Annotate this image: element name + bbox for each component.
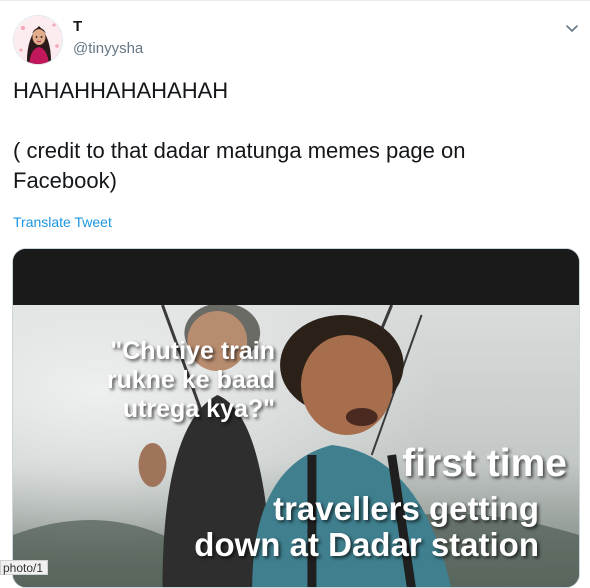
meme-caption-line1: first time: [402, 442, 567, 485]
avatar[interactable]: [13, 15, 63, 65]
translate-tweet-link[interactable]: Translate Tweet: [13, 214, 112, 230]
media-letterbox-bar: [13, 249, 579, 305]
tweet-text: HAHAHHAHAHAHAH ( credit to that dadar ma…: [13, 78, 466, 193]
status-url-hint: photo/1: [0, 560, 49, 575]
tweet-menu-button[interactable]: [564, 20, 580, 36]
top-divider: [0, 0, 590, 1]
user-handle[interactable]: @tinyysha: [73, 40, 143, 57]
display-name[interactable]: T: [73, 18, 82, 35]
meme-quote-caption: "Chutiye train rukne ke baad utrega kya?…: [106, 337, 275, 423]
avatar-illustration-icon: [14, 16, 62, 64]
meme-caption-line2: travellers getting down at Dadar station: [194, 490, 539, 563]
chevron-down-icon: [566, 25, 578, 32]
tweet-media-photo[interactable]: "Chutiye train rukne ke baad utrega kya?…: [12, 248, 580, 588]
